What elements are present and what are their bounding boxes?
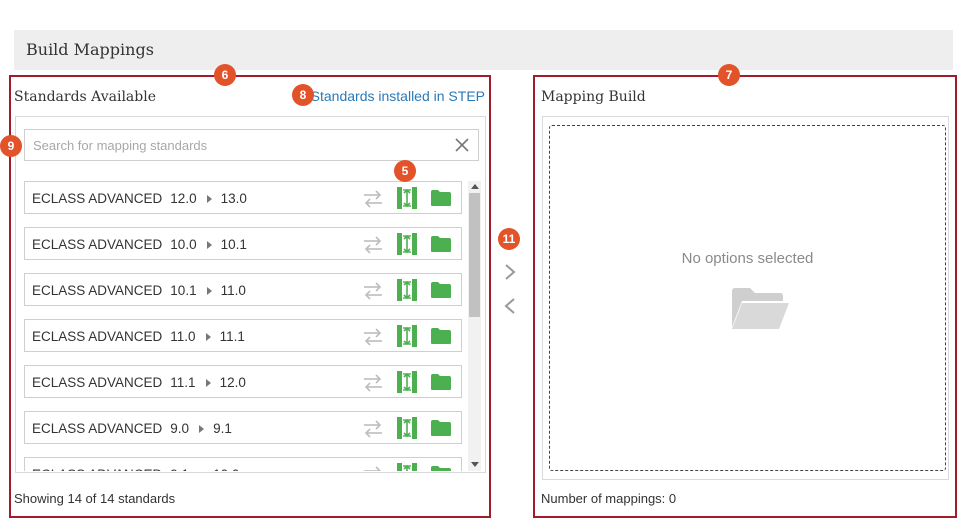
standards-count: Showing 14 of 14 standards xyxy=(14,491,176,506)
callout-badge-9: 9 xyxy=(0,135,22,157)
standards-list: ECLASS ADVANCED 12.0 13.0 ECLASS ADVANCED 10… xyxy=(24,181,465,471)
expand-vertical-icon[interactable] xyxy=(397,371,417,398)
expand-vertical-icon[interactable] xyxy=(397,463,417,471)
version-to: 13.0 xyxy=(220,191,247,206)
caret-right-icon xyxy=(206,194,212,203)
folder-icon xyxy=(732,288,789,329)
standard-label: ECLASS ADVANCED 10.0 10.1 xyxy=(32,237,247,252)
list-item[interactable]: ECLASS ADVANCED 11.1 12.0 xyxy=(24,365,462,398)
search-field xyxy=(24,129,479,161)
standard-name: ECLASS ADVANCED xyxy=(32,329,163,344)
search-input[interactable] xyxy=(25,130,445,160)
caret-right-icon xyxy=(205,332,211,341)
version-from: 10.0 xyxy=(170,237,197,252)
list-item[interactable]: ECLASS ADVANCED 12.0 13.0 xyxy=(24,181,462,214)
standard-name: ECLASS ADVANCED xyxy=(32,421,163,436)
chevron-right-icon[interactable] xyxy=(500,262,520,282)
scroll-down-icon[interactable] xyxy=(471,462,479,467)
mapping-build-panel: Mapping Build No options selected Number… xyxy=(533,75,957,518)
standard-label: ECLASS ADVANCED 9.1 10.0 xyxy=(32,467,239,471)
expand-vertical-icon[interactable] xyxy=(397,417,417,444)
list-item[interactable]: ECLASS ADVANCED 10.1 11.0 xyxy=(24,273,462,306)
swap-arrows-icon[interactable] xyxy=(362,327,384,352)
caret-right-icon xyxy=(206,240,212,249)
callout-badge-5: 5 xyxy=(394,160,416,182)
standard-name: ECLASS ADVANCED xyxy=(32,467,162,471)
scroll-up-icon[interactable] xyxy=(471,184,479,189)
folder-icon[interactable] xyxy=(430,281,452,304)
version-from: 12.0 xyxy=(170,191,197,206)
mapping-drop-zone[interactable]: No options selected xyxy=(549,125,946,471)
standard-label: ECLASS ADVANCED 11.1 12.0 xyxy=(32,375,246,390)
folder-icon[interactable] xyxy=(430,465,452,471)
callout-badge-11: 11 xyxy=(498,228,520,250)
version-to: 11.1 xyxy=(219,329,245,344)
expand-vertical-icon[interactable] xyxy=(397,325,417,352)
expand-vertical-icon[interactable] xyxy=(397,187,417,214)
version-from: 9.0 xyxy=(170,421,190,436)
version-to: 9.1 xyxy=(213,421,232,436)
callout-badge-8: 8 xyxy=(292,84,314,106)
version-to: 10.0 xyxy=(213,467,239,471)
expand-vertical-icon[interactable] xyxy=(397,279,417,306)
standard-label: ECLASS ADVANCED 12.0 13.0 xyxy=(32,191,247,206)
caret-right-icon xyxy=(206,286,212,295)
swap-arrows-icon[interactable] xyxy=(362,373,384,398)
standard-name: ECLASS ADVANCED xyxy=(32,375,163,390)
caret-right-icon xyxy=(199,424,205,433)
mapping-build-title: Mapping Build xyxy=(541,89,646,105)
caret-right-icon xyxy=(205,378,211,387)
build-mappings-header: Build Mappings xyxy=(14,30,953,70)
list-item[interactable]: ECLASS ADVANCED 11.0 11.1 xyxy=(24,319,462,352)
list-item[interactable]: ECLASS ADVANCED 10.0 10.1 xyxy=(24,227,462,260)
mappings-count: Number of mappings: 0 xyxy=(541,491,677,506)
standards-available-panel: Standards Available Standards installed … xyxy=(9,75,491,518)
swap-arrows-icon[interactable] xyxy=(362,189,384,214)
swap-arrows-icon[interactable] xyxy=(362,419,384,444)
swap-arrows-icon[interactable] xyxy=(362,465,384,471)
chevron-left-icon[interactable] xyxy=(500,296,520,316)
mapping-build-box: No options selected xyxy=(542,116,949,480)
empty-message: No options selected xyxy=(681,250,814,267)
version-to: 12.0 xyxy=(219,375,246,390)
list-scrollbar[interactable] xyxy=(468,181,481,471)
callout-badge-6: 6 xyxy=(214,64,236,86)
folder-icon[interactable] xyxy=(430,235,452,258)
standard-name: ECLASS ADVANCED xyxy=(32,283,163,298)
standard-label: ECLASS ADVANCED 9.0 9.1 xyxy=(32,421,232,436)
version-from: 10.1 xyxy=(170,283,197,298)
standard-label: ECLASS ADVANCED 11.0 11.1 xyxy=(32,329,245,344)
page-title: Build Mappings xyxy=(26,40,154,59)
standard-name: ECLASS ADVANCED xyxy=(32,237,163,252)
version-from: 11.0 xyxy=(170,329,196,344)
folder-icon[interactable] xyxy=(430,373,452,396)
callout-badge-7: 7 xyxy=(718,64,740,86)
swap-arrows-icon[interactable] xyxy=(362,235,384,260)
version-to: 11.0 xyxy=(220,283,246,298)
folder-icon[interactable] xyxy=(430,327,452,350)
list-item[interactable]: ECLASS ADVANCED 9.1 10.0 xyxy=(24,457,462,471)
standard-name: ECLASS ADVANCED xyxy=(32,191,163,206)
swap-arrows-icon[interactable] xyxy=(362,281,384,306)
standards-available-title: Standards Available xyxy=(14,89,157,105)
folder-icon[interactable] xyxy=(430,419,452,442)
expand-vertical-icon[interactable] xyxy=(397,233,417,260)
list-item[interactable]: ECLASS ADVANCED 9.0 9.1 xyxy=(24,411,462,444)
version-from: 11.1 xyxy=(170,375,196,390)
standards-installed-link[interactable]: Standards installed in STEP xyxy=(311,88,485,104)
version-from: 9.1 xyxy=(170,467,189,471)
standard-label: ECLASS ADVANCED 10.1 11.0 xyxy=(32,283,246,298)
scrollbar-thumb[interactable] xyxy=(469,193,480,317)
folder-icon[interactable] xyxy=(430,189,452,212)
close-icon[interactable] xyxy=(452,135,472,155)
version-to: 10.1 xyxy=(220,237,247,252)
